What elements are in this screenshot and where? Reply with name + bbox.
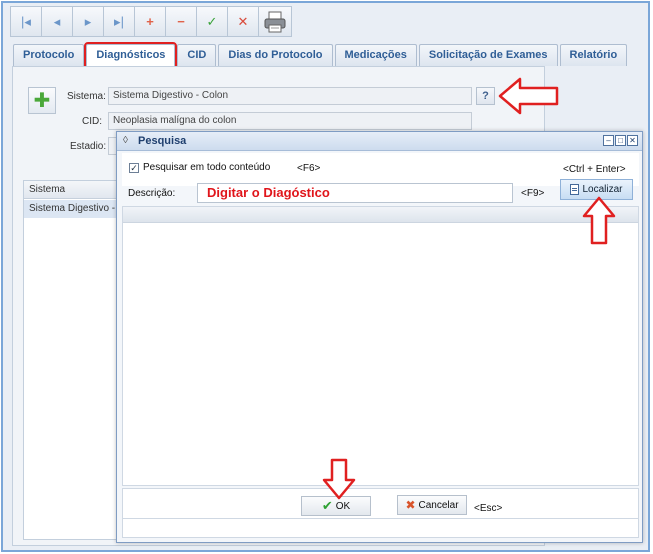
check-icon: ✓ xyxy=(206,13,218,29)
localizar-label: Localizar xyxy=(582,184,623,195)
tab-dias-do-protocolo[interactable]: Dias do Protocolo xyxy=(218,44,333,66)
close-icon: ✖ xyxy=(405,498,416,512)
cid-field[interactable]: Neoplasia malígna do colon xyxy=(108,112,472,130)
skip-back-icon: |◂ xyxy=(21,13,31,29)
remove-button[interactable]: − xyxy=(165,6,196,37)
f9-shortcut-hint: <F9> xyxy=(521,188,545,199)
cancel-edit-button[interactable]: ✕ xyxy=(227,6,258,37)
skip-forward-icon: ▸| xyxy=(114,13,124,29)
search-dialog: ◊ Pesquisa – □ ✕ ✓ Pesquisar em todo con… xyxy=(116,131,643,543)
arrow-left-icon: ◂ xyxy=(53,13,61,29)
ok-button[interactable]: ✔ OK xyxy=(301,496,371,516)
tab-medicacoes[interactable]: Medicações xyxy=(334,44,417,66)
confirm-button[interactable]: ✓ xyxy=(196,6,227,37)
plus-icon: + xyxy=(146,14,154,29)
f6-shortcut-hint: <F6> xyxy=(297,163,321,174)
grid-column-header[interactable]: Sistema xyxy=(24,181,122,199)
tab-protocolo[interactable]: Protocolo xyxy=(13,44,85,66)
previous-record-button[interactable]: ◂ xyxy=(41,6,72,37)
window-controls: – □ ✕ xyxy=(603,135,638,146)
last-record-button[interactable]: ▸| xyxy=(103,6,134,37)
localizar-button[interactable]: Localizar xyxy=(560,179,633,200)
dialog-title-bar[interactable]: ◊ Pesquisa – □ ✕ xyxy=(117,132,642,151)
tab-relatorio[interactable]: Relatório xyxy=(559,44,628,66)
first-record-button[interactable]: |◂ xyxy=(10,6,41,37)
print-button[interactable] xyxy=(258,6,292,37)
sistema-label: Sistema: xyxy=(67,91,106,102)
search-all-content-checkbox[interactable]: ✓ xyxy=(129,163,139,173)
minus-icon: − xyxy=(177,14,185,29)
footer-divider xyxy=(123,518,638,519)
cancelar-button[interactable]: ✖ Cancelar xyxy=(397,495,467,515)
ctrl-enter-shortcut-hint: <Ctrl + Enter> xyxy=(563,164,626,175)
window-icon: ◊ xyxy=(123,135,128,146)
cid-label: CID: xyxy=(82,116,102,127)
add-diagnosis-button[interactable]: ✚ xyxy=(28,87,56,114)
close-icon: ✕ xyxy=(237,13,249,29)
arrow-right-icon: ▸ xyxy=(84,13,92,29)
search-all-content-label: Pesquisar em todo conteúdo xyxy=(143,162,271,173)
maximize-icon[interactable]: □ xyxy=(615,135,626,146)
help-button[interactable]: ? xyxy=(476,87,495,105)
sistema-field[interactable]: Sistema Digestivo - Colon xyxy=(108,87,472,105)
diagnosis-grid xyxy=(23,180,123,540)
results-header xyxy=(123,207,638,223)
check-icon: ✔ xyxy=(321,498,333,513)
ok-label: OK xyxy=(335,500,351,512)
dialog-footer: ✔ OK ✖ Cancelar <Esc> xyxy=(122,488,639,538)
close-icon[interactable]: ✕ xyxy=(627,135,638,146)
tab-diagnosticos[interactable]: Diagnósticos xyxy=(84,42,178,68)
dialog-title: Pesquisa xyxy=(138,135,187,147)
table-row[interactable]: Sistema Digestivo - Colon xyxy=(24,200,122,218)
descricao-input[interactable]: Digitar o Diagóstico xyxy=(197,183,513,203)
estadio-label: Estadio: xyxy=(70,141,107,152)
next-record-button[interactable]: ▸ xyxy=(72,6,103,37)
esc-shortcut-hint: <Esc> xyxy=(474,503,503,514)
printer-icon xyxy=(264,11,286,32)
cancelar-label: Cancelar xyxy=(418,499,459,511)
search-results-grid[interactable] xyxy=(122,206,639,486)
tab-bar: Protocolo Diagnósticos CID Dias do Proto… xyxy=(13,42,628,68)
checkmark-icon: ✓ xyxy=(130,163,138,173)
plus-icon: ✚ xyxy=(33,90,51,112)
descricao-label: Descrição: xyxy=(128,188,176,199)
add-button[interactable]: + xyxy=(134,6,165,37)
toolbar: |◂ ◂ ▸ ▸| + − ✓ ✕ xyxy=(10,6,292,38)
tab-cid[interactable]: CID xyxy=(177,44,217,66)
minimize-icon[interactable]: – xyxy=(603,135,614,146)
tab-solicitacao-de-exames[interactable]: Solicitação de Exames xyxy=(418,44,558,66)
document-icon xyxy=(570,184,580,195)
